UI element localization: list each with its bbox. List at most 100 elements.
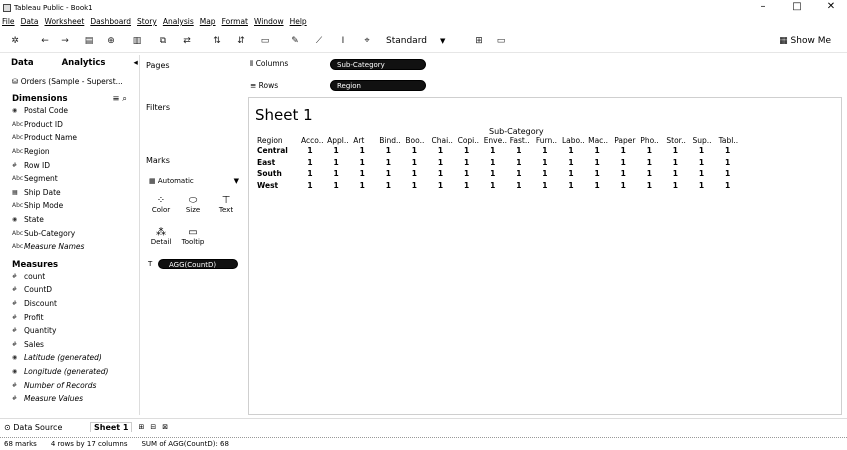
- table-cell[interactable]: 1: [325, 169, 347, 178]
- table-cell[interactable]: 1: [403, 169, 425, 178]
- table-cell[interactable]: 1: [299, 169, 321, 178]
- table-cell[interactable]: 1: [612, 169, 634, 178]
- data-source-tab[interactable]: ⊙ Data Source: [4, 423, 82, 432]
- table-cell[interactable]: 1: [482, 146, 504, 155]
- column-header[interactable]: Enve..: [484, 136, 510, 145]
- new-sheet-icon[interactable]: ⊞: [138, 423, 144, 431]
- new-worksheet-icon[interactable]: ▥: [130, 36, 144, 46]
- presentation-icon[interactable]: ▭: [494, 36, 508, 46]
- measure-profit[interactable]: # Profit: [0, 310, 139, 324]
- measure-number-of-records[interactable]: # Number of Records: [0, 378, 139, 392]
- table-cell[interactable]: 1: [638, 146, 660, 155]
- measure-longitude-generated[interactable]: ◉ Longitude (generated): [0, 365, 139, 379]
- table-cell[interactable]: 1: [691, 169, 713, 178]
- table-cell[interactable]: 1: [717, 181, 739, 190]
- table-cell[interactable]: 1: [299, 158, 321, 167]
- menu-dashboard[interactable]: Dashboard: [90, 17, 131, 26]
- menu-file[interactable]: File: [2, 17, 15, 26]
- column-header[interactable]: Chai..: [432, 136, 458, 145]
- dimension-row-id[interactable]: # Row ID: [0, 158, 139, 172]
- measure-count[interactable]: # count: [0, 270, 139, 284]
- table-cell[interactable]: 1: [377, 146, 399, 155]
- dimension-postal-code[interactable]: ◉ Postal Code: [0, 104, 139, 118]
- table-cell[interactable]: 1: [612, 146, 634, 155]
- show-me-button[interactable]: ▦ Show Me: [779, 36, 831, 46]
- table-cell[interactable]: 1: [403, 158, 425, 167]
- column-header[interactable]: Fast..: [510, 136, 536, 145]
- chevron-down-icon[interactable]: ▼: [440, 37, 445, 45]
- maximize-button[interactable]: □: [791, 1, 803, 12]
- table-cell[interactable]: 1: [534, 158, 556, 167]
- highlight-icon[interactable]: ✎: [288, 36, 302, 46]
- measure-discount[interactable]: # Discount: [0, 297, 139, 311]
- menu-help[interactable]: Help: [290, 17, 307, 26]
- table-cell[interactable]: 1: [351, 169, 373, 178]
- labels-icon[interactable]: ⟋: [312, 36, 326, 46]
- table-cell[interactable]: 1: [717, 158, 739, 167]
- column-header[interactable]: Paper: [614, 136, 640, 145]
- column-header[interactable]: Tabl..: [719, 136, 745, 145]
- dimension-measure-names[interactable]: Abc Measure Names: [0, 240, 139, 254]
- menu-window[interactable]: Window: [254, 17, 284, 26]
- table-cell[interactable]: 1: [351, 146, 373, 155]
- show-cards-icon[interactable]: ⊞: [472, 36, 486, 46]
- table-cell[interactable]: 1: [325, 146, 347, 155]
- save-icon[interactable]: ▤: [82, 36, 96, 46]
- table-cell[interactable]: 1: [664, 146, 686, 155]
- column-header[interactable]: Acco..: [301, 136, 327, 145]
- size-button[interactable]: ⬭ Size: [180, 195, 206, 214]
- column-header[interactable]: Art: [353, 136, 379, 145]
- group-icon[interactable]: ▭: [258, 36, 272, 46]
- table-cell[interactable]: 1: [299, 146, 321, 155]
- table-cell[interactable]: 1: [560, 158, 582, 167]
- table-cell[interactable]: 1: [691, 158, 713, 167]
- tab-analytics[interactable]: Analytics: [62, 58, 106, 68]
- table-cell[interactable]: 1: [586, 146, 608, 155]
- column-header[interactable]: Copi..: [458, 136, 484, 145]
- close-button[interactable]: ✕: [825, 1, 837, 12]
- duplicate-icon[interactable]: ⧉: [156, 36, 170, 46]
- new-datasource-icon[interactable]: ⊕: [104, 36, 118, 46]
- pin-icon[interactable]: ⌖: [360, 36, 374, 46]
- rows-shelf[interactable]: ≡ Rows Region: [250, 78, 426, 92]
- table-cell[interactable]: 1: [638, 181, 660, 190]
- table-cell[interactable]: 1: [691, 181, 713, 190]
- tableau-logo-icon[interactable]: ✲: [8, 36, 22, 46]
- menu-story[interactable]: Story: [137, 17, 157, 26]
- table-cell[interactable]: 1: [508, 146, 530, 155]
- dimension-segment[interactable]: Abc Segment: [0, 172, 139, 186]
- dimension-product-name[interactable]: Abc Product Name: [0, 131, 139, 145]
- text-button[interactable]: ⊤ Text: [213, 195, 239, 214]
- table-cell[interactable]: 1: [456, 181, 478, 190]
- table-cell[interactable]: 1: [691, 146, 713, 155]
- table-cell[interactable]: 1: [586, 181, 608, 190]
- row-header[interactable]: Central: [257, 146, 288, 155]
- dimension-sub-category[interactable]: Abc Sub-Category: [0, 226, 139, 240]
- table-cell[interactable]: 1: [403, 181, 425, 190]
- worksheet-view[interactable]: Sheet 1 Sub-Category Region Acco.. Appl.. A…: [248, 97, 842, 415]
- table-cell[interactable]: 1: [456, 146, 478, 155]
- table-cell[interactable]: 1: [482, 169, 504, 178]
- table-cell[interactable]: 1: [664, 158, 686, 167]
- menu-analysis[interactable]: Analysis: [163, 17, 194, 26]
- menu-data[interactable]: Data: [21, 17, 39, 26]
- table-cell[interactable]: 1: [377, 169, 399, 178]
- redo-icon[interactable]: →: [58, 36, 72, 46]
- table-cell[interactable]: 1: [456, 169, 478, 178]
- collapse-icon[interactable]: ◂: [134, 58, 138, 68]
- color-button[interactable]: ⁘ Color: [148, 195, 174, 214]
- new-dashboard-icon[interactable]: ⊟: [150, 423, 156, 431]
- measure-sales[interactable]: # Sales: [0, 338, 139, 352]
- table-cell[interactable]: 1: [534, 181, 556, 190]
- search-icon[interactable]: ≡ ⌕: [112, 94, 127, 104]
- table-cell[interactable]: 1: [717, 146, 739, 155]
- fit-select[interactable]: Standard: [386, 36, 427, 46]
- measure-measure-values[interactable]: # Measure Values: [0, 392, 139, 406]
- columns-shelf[interactable]: ⦀ Columns Sub-Category: [250, 57, 426, 71]
- table-cell[interactable]: 1: [717, 169, 739, 178]
- tab-data[interactable]: Data: [11, 58, 34, 68]
- table-cell[interactable]: 1: [456, 158, 478, 167]
- column-header[interactable]: Mac..: [588, 136, 614, 145]
- table-cell[interactable]: 1: [403, 146, 425, 155]
- table-cell[interactable]: 1: [560, 146, 582, 155]
